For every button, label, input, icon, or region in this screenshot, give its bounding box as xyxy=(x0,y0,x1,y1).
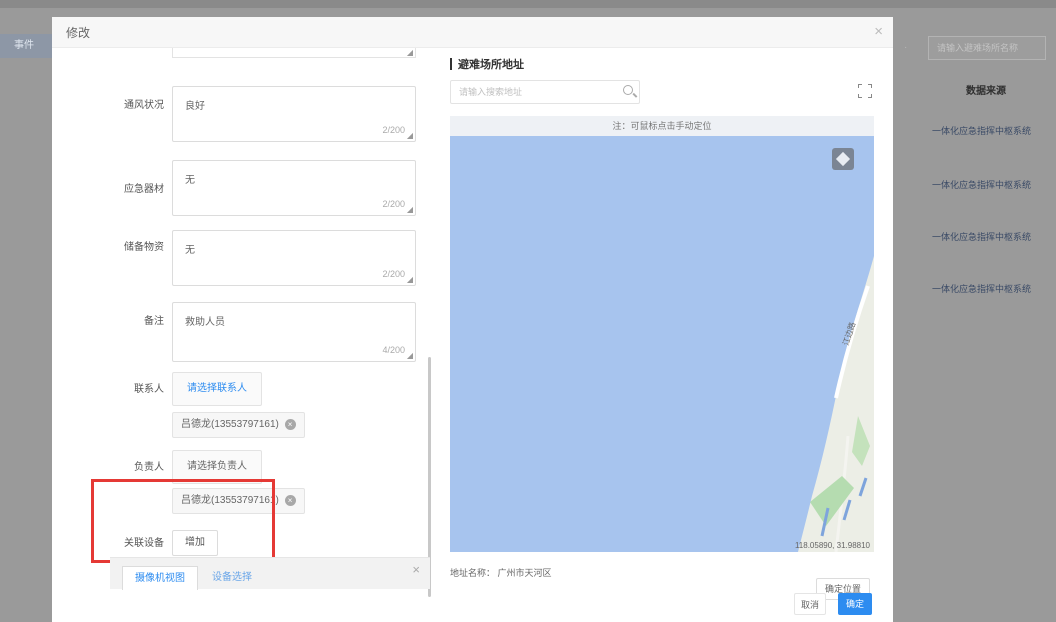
manager-tag-label: 吕德龙(13553797161) xyxy=(181,495,279,506)
background-tab: 事件 xyxy=(0,34,52,58)
supplies-value: 无 xyxy=(185,175,195,186)
background-row: 一体化应急指挥中枢系统 xyxy=(932,180,1032,190)
ventilation-value: 良好 xyxy=(185,101,205,112)
resize-grip-icon[interactable]: ◢ xyxy=(407,131,413,140)
cancel-button[interactable]: 取消 xyxy=(794,593,827,615)
edit-modal: 修改 × ◢ 通风状况 良好 2/200 ◢ 应急器材 无 2/200 ◢ 储备… xyxy=(52,17,893,622)
remove-tag-icon[interactable]: × xyxy=(284,494,296,506)
ventilation-textarea[interactable]: 良好 2/200 ◢ xyxy=(172,86,416,142)
ok-button[interactable]: 确定 xyxy=(838,593,873,615)
devices-label: 关联设备 xyxy=(124,538,164,549)
resize-grip-icon[interactable]: ◢ xyxy=(407,351,413,360)
map-search-placeholder: 请输入搜索地址 xyxy=(459,87,523,97)
manager-label: 负责人 xyxy=(134,462,164,473)
reserves-label: 储备物资 xyxy=(124,242,164,253)
background-topbar xyxy=(0,0,1056,8)
address-label: 地址名称： xyxy=(450,568,496,578)
background-row: 一体化应急指挥中枢系统 xyxy=(932,126,1032,136)
manager-tag: 吕德龙(13553797161) × xyxy=(172,488,305,514)
device-sub-panel: 摄像机视图 设备选择 × xyxy=(110,557,430,590)
select-contact-button[interactable]: 请选择联系人 xyxy=(172,372,262,406)
heading-bar xyxy=(450,58,452,70)
modal-header: 修改 × xyxy=(52,17,893,48)
reserves-value: 无 xyxy=(185,245,195,256)
remark-textarea[interactable]: 救助人员 4/200 ◢ xyxy=(172,302,416,362)
reserves-textarea[interactable]: 无 2/200 ◢ xyxy=(172,230,416,286)
map-heading: 避难场所地址 xyxy=(450,56,524,72)
ventilation-label: 通风状况 xyxy=(124,100,164,111)
map-search-input[interactable]: 请输入搜索地址 xyxy=(450,80,640,104)
background-column-header: 数据来源 xyxy=(966,86,1006,97)
background-row: 一体化应急指挥中枢系统 xyxy=(932,232,1032,242)
supplies-count: 2/200 xyxy=(382,199,405,209)
layers-icon[interactable] xyxy=(832,148,854,170)
background-row: 一体化应急指挥中枢系统 xyxy=(932,284,1032,294)
supplies-textarea[interactable]: 无 2/200 ◢ xyxy=(172,160,416,216)
add-device-button[interactable]: 增加 xyxy=(172,530,218,556)
map-column: 避难场所地址 请输入搜索地址 江边路 注：可鼠标点击手动定位 118.05890… xyxy=(444,48,884,622)
resize-grip-icon[interactable]: ◢ xyxy=(407,48,413,57)
map-note-bar: 注：可鼠标点击手动定位 xyxy=(450,116,874,136)
modal-title: 修改 xyxy=(66,25,91,40)
close-icon[interactable]: × xyxy=(874,23,883,40)
contact-label: 联系人 xyxy=(134,384,164,395)
reserves-count: 2/200 xyxy=(382,269,405,279)
map-land: 江边路 xyxy=(798,256,874,552)
tab-camera-view[interactable]: 摄像机视图 xyxy=(122,566,198,590)
close-icon[interactable]: × xyxy=(412,562,420,577)
textarea-remnant[interactable]: ◢ xyxy=(172,48,416,58)
resize-grip-icon[interactable]: ◢ xyxy=(407,205,413,214)
supplies-label: 应急器材 xyxy=(124,184,164,195)
background-separator: · xyxy=(904,42,908,53)
background-search-input: 请输入避难场所名称 xyxy=(928,36,1046,60)
map-heading-text: 避难场所地址 xyxy=(458,59,524,71)
resize-grip-icon[interactable]: ◢ xyxy=(407,275,413,284)
fullscreen-icon[interactable] xyxy=(858,84,872,98)
tab-device-select[interactable]: 设备选择 xyxy=(208,566,256,590)
ventilation-count: 2/200 xyxy=(382,125,405,135)
contact-tag-label: 吕德龙(13553797161) xyxy=(181,419,279,430)
remark-count: 4/200 xyxy=(382,345,405,355)
select-manager-button[interactable]: 请选择负责人 xyxy=(172,450,262,484)
search-icon[interactable] xyxy=(623,85,633,95)
address-value: 广州市天河区 xyxy=(497,568,552,578)
remark-label: 备注 xyxy=(144,316,164,327)
contact-tag: 吕德龙(13553797161) × xyxy=(172,412,305,438)
map-canvas[interactable]: 江边路 注：可鼠标点击手动定位 118.05890, 31.98810 xyxy=(450,116,874,552)
remove-tag-icon[interactable]: × xyxy=(284,418,296,430)
form-column: ◢ 通风状况 良好 2/200 ◢ 应急器材 无 2/200 ◢ 储备物资 无 … xyxy=(52,48,432,622)
map-coordinates: 118.05890, 31.98810 xyxy=(794,541,870,550)
remark-value: 救助人员 xyxy=(185,317,225,328)
address-line: 地址名称： 广州市天河区 xyxy=(450,566,552,579)
